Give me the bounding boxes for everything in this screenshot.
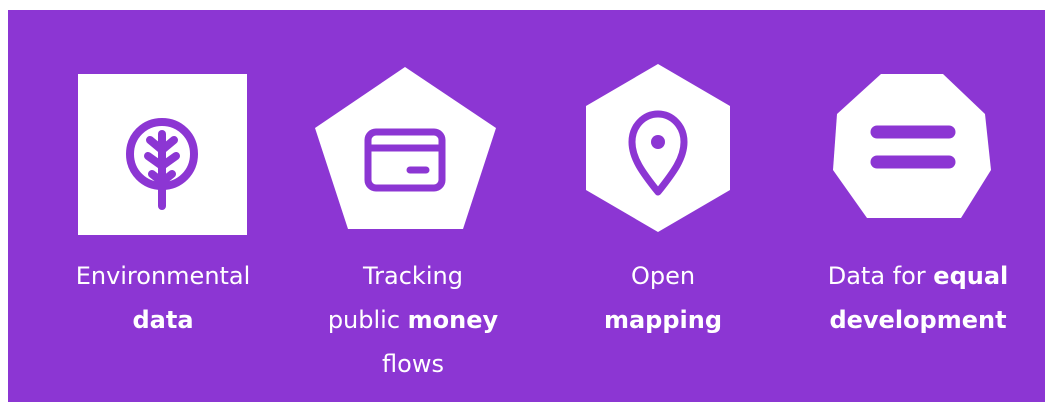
label-line: flows (298, 342, 528, 386)
label-text: Tracking (363, 262, 463, 290)
label-line: Tracking (298, 254, 528, 298)
label-equal: Data for equal development (803, 254, 1033, 342)
label-text: public (327, 306, 408, 334)
label-text-bold: mapping (603, 306, 723, 334)
label-text-bold: development (829, 306, 1007, 334)
label-line: development (803, 298, 1033, 342)
feature-panel: Environmental data Tracking public money… (8, 10, 1045, 402)
label-text-bold: equal (933, 262, 1009, 290)
label-text-bold: data (132, 306, 194, 334)
label-text: Open (630, 262, 696, 290)
label-line: public money (298, 298, 528, 342)
feature-equal: Data for equal development (803, 10, 1033, 402)
label-line: mapping (548, 298, 778, 342)
label-line: Environmental (48, 254, 278, 298)
label-line: data (48, 298, 278, 342)
label-environmental: Environmental data (48, 254, 278, 342)
octagon-shape (833, 74, 991, 218)
hexagon-shape (586, 64, 730, 232)
label-text: Data for (827, 262, 934, 290)
label-text: flows (382, 350, 444, 378)
square-shape (78, 74, 247, 235)
feature-environmental: Environmental data (48, 10, 278, 402)
label-line: Open (548, 254, 778, 298)
label-mapping: Open mapping (548, 254, 778, 342)
label-money: Tracking public money flows (298, 254, 528, 386)
feature-money: Tracking public money flows (298, 10, 528, 402)
feature-mapping: Open mapping (548, 10, 778, 402)
label-text: Environmental (75, 262, 251, 290)
pentagon-shape (315, 67, 496, 229)
label-text-bold: money (407, 306, 499, 334)
label-line: Data for equal (803, 254, 1033, 298)
